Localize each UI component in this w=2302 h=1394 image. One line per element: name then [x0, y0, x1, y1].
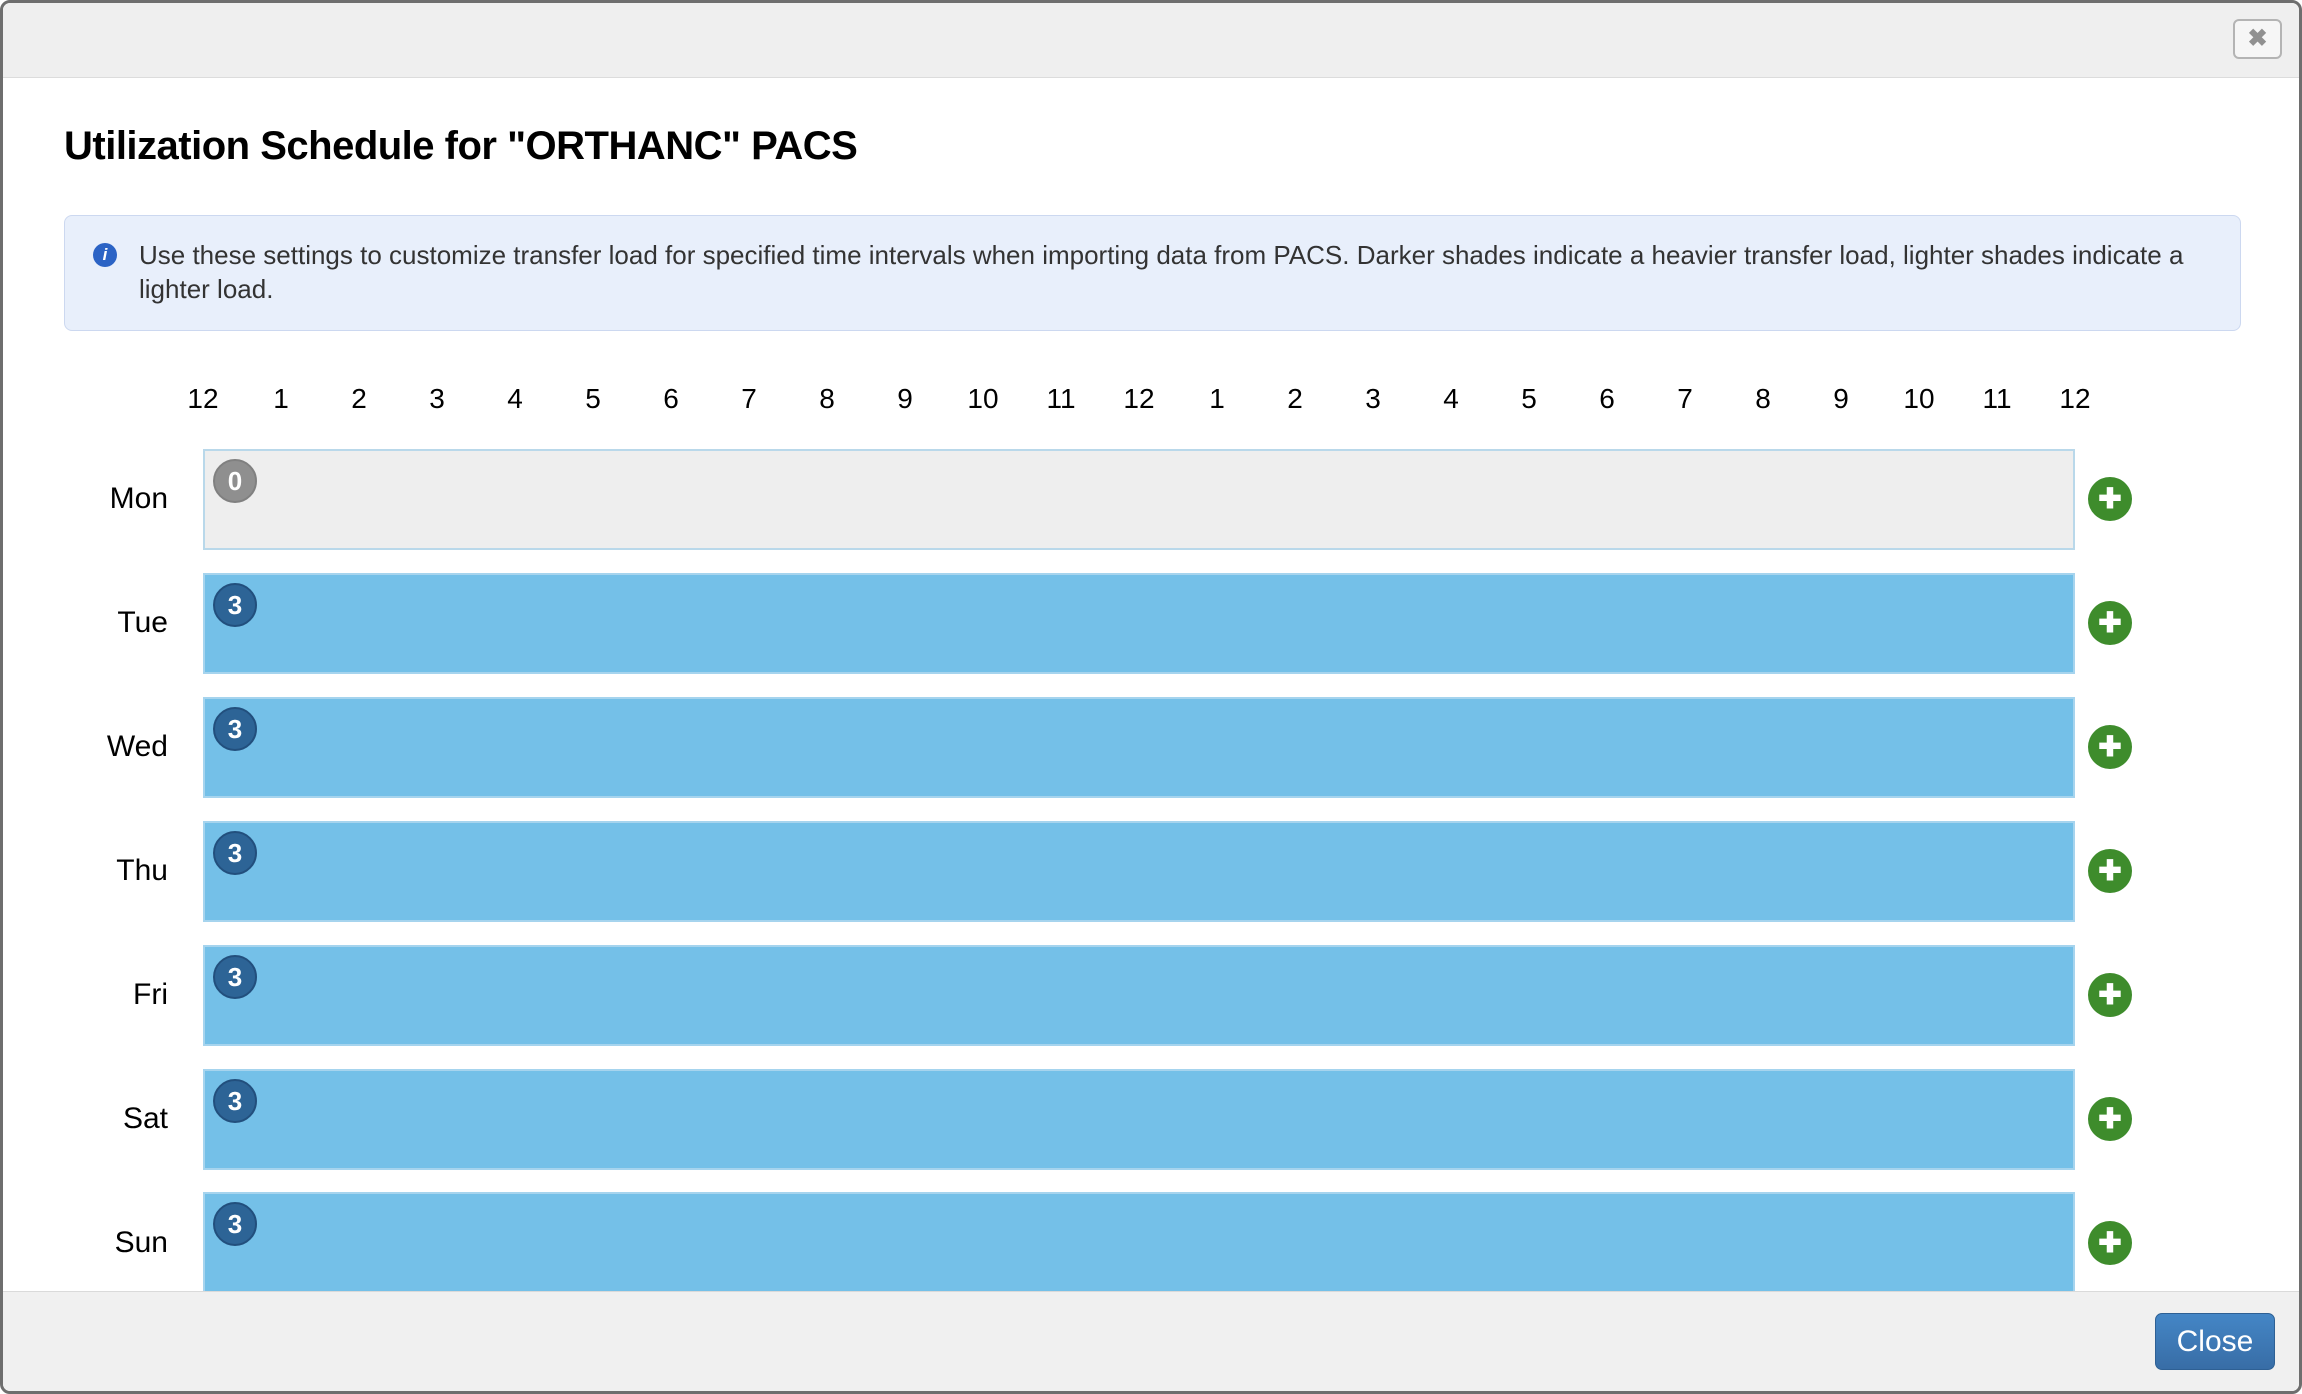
- hour-label: 12: [2036, 383, 2114, 417]
- dialog-close-x-button[interactable]: ✖: [2233, 19, 2282, 59]
- schedule-bar-thu[interactable]: 3: [203, 821, 2075, 922]
- plus-circle-icon: ✚: [2098, 1103, 2121, 1134]
- plus-circle-icon: ✚: [2098, 1227, 2121, 1258]
- hour-label: 9: [866, 383, 944, 417]
- load-badge[interactable]: 3: [213, 1079, 257, 1123]
- hour-axis: 12 1 2 3 4 5 6 7 8 9 10 11 12 1 2 3 4 5 …: [3, 383, 2299, 417]
- add-interval-button[interactable]: ✚: [2088, 973, 2132, 1017]
- hour-label: 11: [1022, 383, 1100, 417]
- hour-label: 10: [944, 383, 1022, 417]
- day-label: Fri: [3, 978, 203, 1012]
- load-badge[interactable]: 3: [213, 1202, 257, 1246]
- hour-label: 5: [554, 383, 632, 417]
- schedule-rows: Mon 0 ✚ Tue 3 ✚ Wed 3 ✚: [3, 437, 2299, 1305]
- utilization-schedule-dialog: ✖ Utilization Schedule for "ORTHANC" PAC…: [0, 0, 2302, 1394]
- hour-label: 8: [1724, 383, 1802, 417]
- schedule-bar-fri[interactable]: 3: [203, 945, 2075, 1046]
- add-interval-button[interactable]: ✚: [2088, 849, 2132, 893]
- info-alert: i Use these settings to customize transf…: [64, 215, 2241, 331]
- hour-label: 3: [398, 383, 476, 417]
- add-interval-button[interactable]: ✚: [2088, 601, 2132, 645]
- add-interval-button[interactable]: ✚: [2088, 1097, 2132, 1141]
- plus-circle-icon: ✚: [2098, 731, 2121, 762]
- hour-label: 4: [476, 383, 554, 417]
- hour-label: 6: [1568, 383, 1646, 417]
- schedule-row-thu: Thu 3 ✚: [3, 809, 2299, 933]
- close-button[interactable]: Close: [2155, 1313, 2275, 1370]
- schedule-row-fri: Fri 3 ✚: [3, 933, 2299, 1057]
- info-alert-text: Use these settings to customize transfer…: [139, 238, 2210, 306]
- load-badge[interactable]: 3: [213, 955, 257, 999]
- dialog-footer: Close: [3, 1291, 2299, 1391]
- add-interval-button[interactable]: ✚: [2088, 1221, 2132, 1265]
- info-circle-icon: i: [93, 243, 117, 267]
- hour-label: 5: [1490, 383, 1568, 417]
- hour-label: 12: [164, 383, 242, 417]
- close-icon: ✖: [2247, 25, 2267, 52]
- schedule-row-wed: Wed 3 ✚: [3, 685, 2299, 809]
- hour-label: 10: [1880, 383, 1958, 417]
- add-interval-button[interactable]: ✚: [2088, 725, 2132, 769]
- load-badge[interactable]: 3: [213, 831, 257, 875]
- schedule-row-sun: Sun 3 ✚: [3, 1181, 2299, 1305]
- hour-label: 2: [320, 383, 398, 417]
- schedule-bar-sun[interactable]: 3: [203, 1192, 2075, 1305]
- hour-label: 7: [1646, 383, 1724, 417]
- plus-circle-icon: ✚: [2098, 855, 2121, 886]
- load-badge[interactable]: 3: [213, 707, 257, 751]
- schedule-bar-tue[interactable]: 3: [203, 573, 2075, 674]
- plus-circle-icon: ✚: [2098, 979, 2121, 1010]
- schedule-bar-mon[interactable]: 0: [203, 449, 2075, 550]
- dialog-title: Utilization Schedule for "ORTHANC" PACS: [64, 124, 2241, 169]
- load-badge[interactable]: 3: [213, 583, 257, 627]
- hour-label: 1: [242, 383, 320, 417]
- hour-label: 2: [1256, 383, 1334, 417]
- plus-circle-icon: ✚: [2098, 483, 2121, 514]
- day-label: Sun: [3, 1226, 203, 1260]
- hour-label: 12: [1100, 383, 1178, 417]
- hour-label: 9: [1802, 383, 1880, 417]
- hour-label: 11: [1958, 383, 2036, 417]
- hour-label: 8: [788, 383, 866, 417]
- hour-label: 4: [1412, 383, 1490, 417]
- hour-label: 3: [1334, 383, 1412, 417]
- schedule-row-sat: Sat 3 ✚: [3, 1057, 2299, 1181]
- schedule-row-mon: Mon 0 ✚: [3, 437, 2299, 561]
- day-label: Thu: [3, 854, 203, 888]
- day-label: Tue: [3, 606, 203, 640]
- hour-label: 6: [632, 383, 710, 417]
- day-label: Sat: [3, 1102, 203, 1136]
- day-label: Wed: [3, 730, 203, 764]
- dialog-header: ✖: [3, 3, 2299, 78]
- hour-label: 1: [1178, 383, 1256, 417]
- schedule-row-tue: Tue 3 ✚: [3, 561, 2299, 685]
- load-badge[interactable]: 0: [213, 459, 257, 503]
- schedule-bar-sat[interactable]: 3: [203, 1069, 2075, 1170]
- hour-label: 7: [710, 383, 788, 417]
- day-label: Mon: [3, 482, 203, 516]
- plus-circle-icon: ✚: [2098, 607, 2121, 638]
- add-interval-button[interactable]: ✚: [2088, 477, 2132, 521]
- schedule-bar-wed[interactable]: 3: [203, 697, 2075, 798]
